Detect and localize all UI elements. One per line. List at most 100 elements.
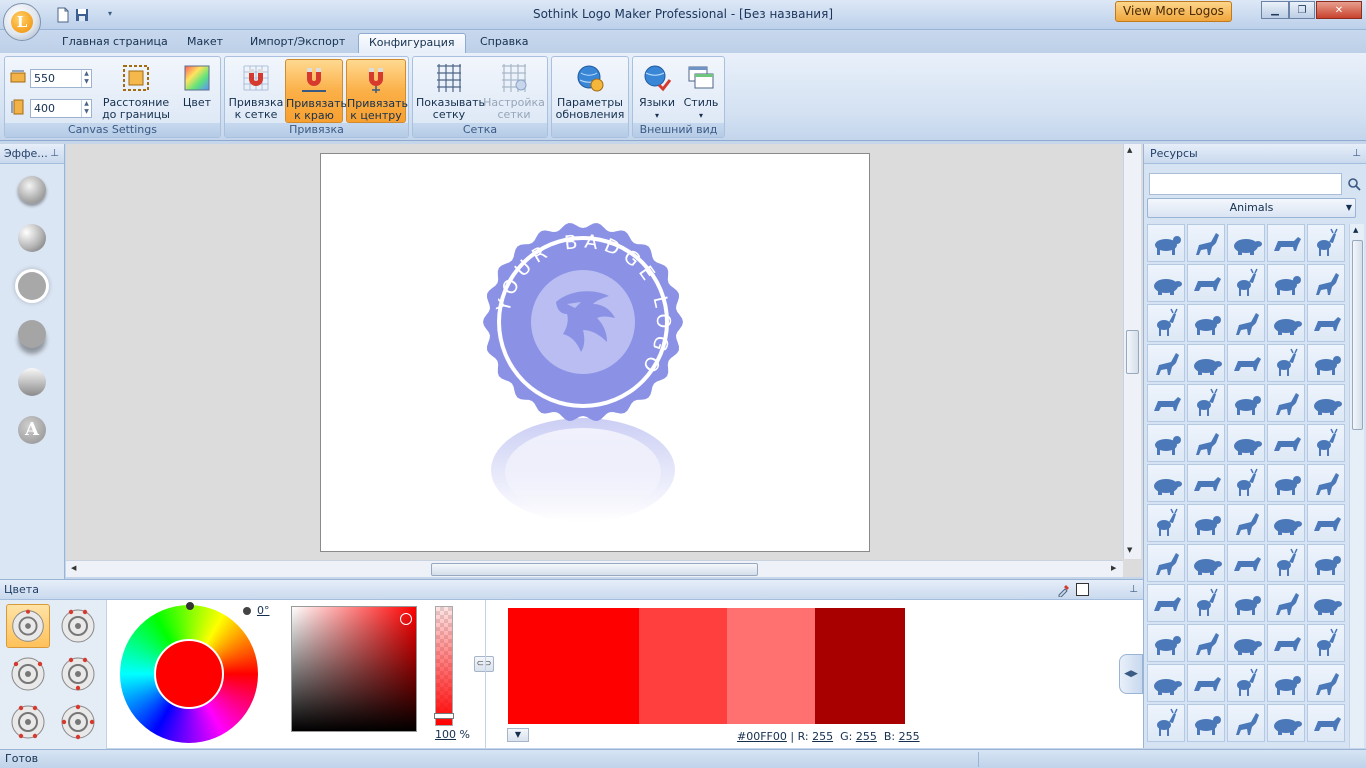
- application-menu-button[interactable]: L: [3, 3, 41, 41]
- resource-shape-item[interactable]: [1187, 384, 1225, 422]
- snap-to-grid-button[interactable]: Привязка к сетке: [228, 59, 284, 123]
- hue-color-wheel[interactable]: [120, 605, 258, 743]
- sv-picker-handle[interactable]: [400, 613, 412, 625]
- gradient-preset-radial-six-icon[interactable]: [56, 700, 100, 744]
- resource-shape-item[interactable]: [1267, 464, 1305, 502]
- maximize-button[interactable]: ❐: [1289, 1, 1315, 19]
- resource-shape-item[interactable]: [1267, 424, 1305, 462]
- resource-shape-item[interactable]: [1147, 344, 1185, 382]
- resource-category-select[interactable]: Animals ▼: [1147, 198, 1356, 218]
- resource-shape-item[interactable]: [1147, 704, 1185, 742]
- resource-shape-item[interactable]: [1267, 264, 1305, 302]
- resource-shape-item[interactable]: [1307, 664, 1345, 702]
- resource-shape-item[interactable]: [1147, 424, 1185, 462]
- grid-settings-button[interactable]: Настройка сетки: [483, 59, 545, 123]
- resource-shape-item[interactable]: [1267, 384, 1305, 422]
- scroll-up-icon[interactable]: ▲: [1127, 146, 1132, 154]
- resource-shape-item[interactable]: [1227, 624, 1265, 662]
- resource-shape-item[interactable]: [1227, 224, 1265, 262]
- r-value[interactable]: 255: [812, 730, 833, 743]
- current-color-swatch[interactable]: [1076, 583, 1089, 596]
- hex-value[interactable]: #00FF00: [737, 730, 787, 743]
- badge-logo[interactable]: YOUR BADGE LOGO: [321, 154, 871, 553]
- resource-shape-item[interactable]: [1267, 224, 1305, 262]
- tab-layout[interactable]: Макет: [177, 33, 233, 53]
- swatch-3[interactable]: [727, 608, 815, 724]
- resource-shape-item[interactable]: [1227, 344, 1265, 382]
- resource-shape-item[interactable]: [1187, 344, 1225, 382]
- canvas-vertical-scrollbar[interactable]: ▲ ▼: [1123, 144, 1141, 559]
- search-icon[interactable]: [1347, 177, 1361, 191]
- resource-shape-item[interactable]: [1227, 424, 1265, 462]
- resource-shape-item[interactable]: [1227, 664, 1265, 702]
- tab-configuration[interactable]: Конфигурация: [358, 33, 466, 53]
- resource-shape-item[interactable]: [1227, 504, 1265, 542]
- resource-shape-item[interactable]: [1147, 584, 1185, 622]
- resource-shape-item[interactable]: [1307, 224, 1345, 262]
- resource-shape-item[interactable]: [1307, 384, 1345, 422]
- snap-to-edge-button[interactable]: Привязать к краю: [285, 59, 347, 123]
- tab-import-export[interactable]: Импорт/Экспорт: [240, 33, 355, 53]
- resource-shape-item[interactable]: [1147, 464, 1185, 502]
- scroll-left-icon[interactable]: ◀: [71, 564, 76, 572]
- gradient-preset-radial-quad-icon[interactable]: [56, 652, 100, 696]
- gradient-preset-radial-triple-icon[interactable]: [6, 652, 50, 696]
- b-value[interactable]: 255: [899, 730, 920, 743]
- gradient-preset-radial-center-icon[interactable]: [6, 604, 50, 648]
- resource-shape-item[interactable]: [1307, 704, 1345, 742]
- resource-shape-item[interactable]: [1187, 624, 1225, 662]
- resource-shape-item[interactable]: [1267, 504, 1305, 542]
- resource-shape-item[interactable]: [1227, 704, 1265, 742]
- resource-shape-item[interactable]: [1307, 264, 1345, 302]
- resource-shape-item[interactable]: [1227, 304, 1265, 342]
- pin-icon[interactable]: ⊥: [1129, 580, 1138, 600]
- opacity-handle[interactable]: [434, 713, 454, 719]
- resource-shape-item[interactable]: [1267, 704, 1305, 742]
- resource-shape-item[interactable]: [1267, 304, 1305, 342]
- horizontal-scroll-thumb[interactable]: [431, 563, 758, 576]
- resource-shape-item[interactable]: [1187, 464, 1225, 502]
- effect-gradient-preset[interactable]: [18, 368, 46, 396]
- resource-shape-item[interactable]: [1307, 544, 1345, 582]
- eyedropper-icon[interactable]: [1057, 583, 1071, 597]
- resource-shape-item[interactable]: [1147, 624, 1185, 662]
- gradient-preset-radial-five-icon[interactable]: [6, 700, 50, 744]
- resource-shape-item[interactable]: [1147, 304, 1185, 342]
- swatch-1[interactable]: [508, 608, 639, 724]
- resource-shape-item[interactable]: [1147, 224, 1185, 262]
- scroll-right-icon[interactable]: ▶: [1111, 564, 1116, 572]
- resource-shape-item[interactable]: [1267, 664, 1305, 702]
- resource-shape-item[interactable]: [1147, 504, 1185, 542]
- close-button[interactable]: ✕: [1316, 1, 1362, 19]
- resource-shape-item[interactable]: [1307, 624, 1345, 662]
- resource-shape-item[interactable]: [1267, 344, 1305, 382]
- pin-icon[interactable]: ⊥: [1352, 144, 1361, 164]
- pin-icon[interactable]: ⊥: [50, 144, 59, 164]
- effect-glow-preset[interactable]: [18, 272, 46, 300]
- resource-shape-item[interactable]: [1307, 584, 1345, 622]
- resource-shape-item[interactable]: [1307, 304, 1345, 342]
- hue-handle[interactable]: [186, 602, 194, 610]
- height-spinner-icon[interactable]: ▲ ▼: [81, 100, 91, 117]
- effect-bevel-preset[interactable]: [18, 224, 46, 252]
- minimize-button[interactable]: ▁: [1261, 1, 1289, 19]
- effect-text-preset-icon[interactable]: A: [18, 416, 46, 444]
- update-settings-button[interactable]: Параметры обновления: [555, 59, 625, 123]
- resource-shape-item[interactable]: [1187, 544, 1225, 582]
- opacity-value[interactable]: 100: [435, 728, 456, 741]
- width-spinner-icon[interactable]: ▲ ▼: [81, 70, 91, 87]
- gradient-preset-radial-dual-icon[interactable]: [56, 604, 100, 648]
- tab-help[interactable]: Справка: [470, 33, 538, 53]
- saturation-brightness-picker[interactable]: [291, 606, 417, 732]
- resources-search-input[interactable]: [1149, 173, 1342, 195]
- resource-shape-item[interactable]: [1187, 224, 1225, 262]
- resource-shape-item[interactable]: [1187, 704, 1225, 742]
- resource-shape-item[interactable]: [1267, 624, 1305, 662]
- resources-scrollbar[interactable]: ▲: [1349, 224, 1364, 748]
- style-button[interactable]: Стиль ▾: [680, 59, 722, 123]
- show-grid-button[interactable]: Показывать сетку: [416, 59, 485, 123]
- resource-shape-item[interactable]: [1147, 384, 1185, 422]
- resource-shape-item[interactable]: [1307, 344, 1345, 382]
- languages-button[interactable]: Языки ▾: [636, 59, 678, 123]
- resource-shape-item[interactable]: [1227, 464, 1265, 502]
